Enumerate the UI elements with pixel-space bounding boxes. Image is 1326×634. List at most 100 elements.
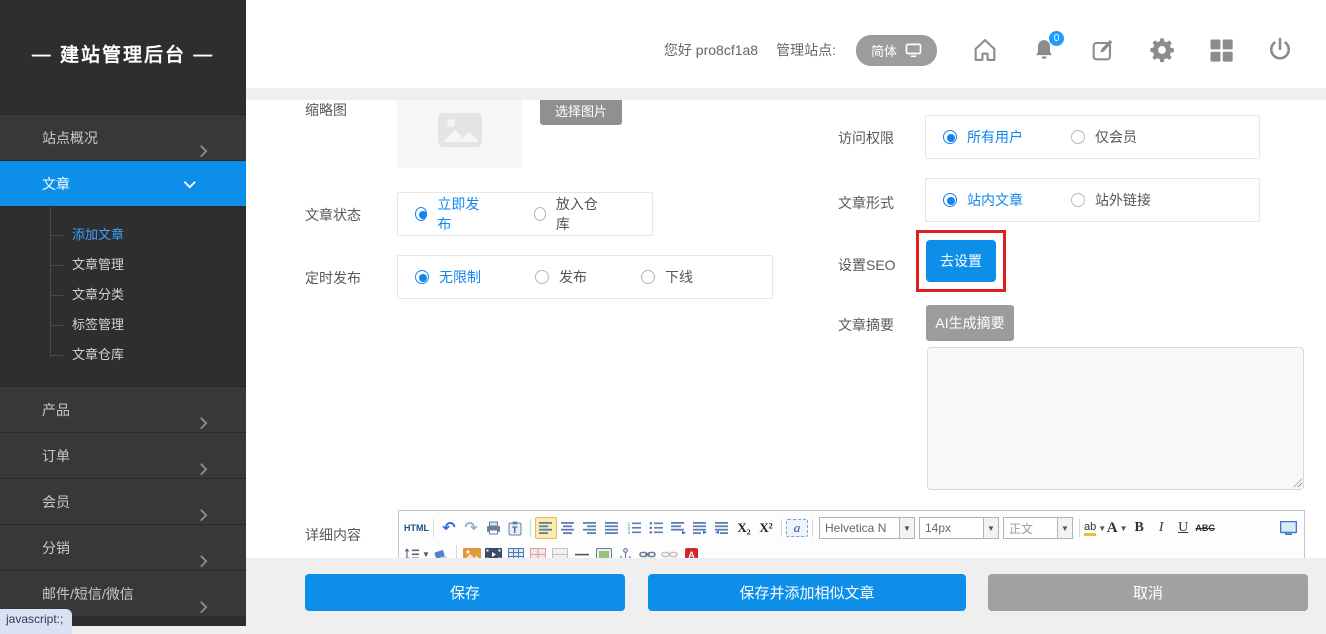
edit-icon[interactable] — [1089, 36, 1117, 64]
ordered-list-icon[interactable]: 123 — [623, 517, 645, 539]
remove-link-icon[interactable] — [659, 543, 681, 558]
insert-video-icon[interactable] — [483, 543, 505, 558]
align-center-icon[interactable] — [557, 517, 579, 539]
sidebar-item-order[interactable]: 订单 — [0, 432, 246, 478]
submenu-item-add-article[interactable]: 添加文章 — [0, 220, 246, 250]
article-submenu: 添加文章 文章管理 文章分类 标签管理 文章仓库 — [0, 206, 246, 386]
insert-link-icon[interactable] — [637, 543, 659, 558]
outdent-paragraph-icon[interactable] — [667, 517, 689, 539]
image-map-icon[interactable] — [593, 543, 615, 558]
line-height-icon[interactable]: ▼ — [404, 543, 430, 558]
dropdown-arrow-icon: ▼ — [1057, 518, 1072, 538]
svg-text:T: T — [512, 525, 518, 535]
fullscreen-icon[interactable] — [1277, 517, 1299, 539]
bullet-list-icon[interactable] — [645, 517, 667, 539]
sidebar-item-label: 站点概况 — [42, 130, 98, 146]
settings-gear-icon[interactable] — [1148, 36, 1176, 64]
insert-image-icon[interactable] — [461, 543, 483, 558]
attach-file-icon[interactable]: A — [681, 543, 703, 558]
paragraph-format-select[interactable]: 正文▼ — [1003, 517, 1073, 539]
eraser-icon[interactable] — [430, 543, 452, 558]
seo-setup-button[interactable]: 去设置 — [926, 240, 996, 282]
sidebar-item-product[interactable]: 产品 — [0, 386, 246, 432]
radio-publish[interactable]: 发布 — [535, 267, 587, 287]
radio-external-link[interactable]: 站外链接 — [1071, 190, 1151, 210]
home-icon[interactable] — [971, 36, 999, 64]
save-button[interactable]: 保存 — [305, 574, 625, 611]
save-and-add-similar-button[interactable]: 保存并添加相似文章 — [648, 574, 966, 611]
merge-cells-icon[interactable] — [527, 543, 549, 558]
radio-offline[interactable]: 下线 — [641, 267, 693, 287]
article-form-card: 缩略图 选择图片 文章状态 立即发布 放入仓库 定时发布 无限制 发布 下线 访… — [246, 100, 1326, 558]
subscript-icon[interactable]: X₂ — [733, 517, 755, 539]
align-right-icon[interactable] — [579, 517, 601, 539]
chevron-right-icon — [199, 494, 208, 509]
sidebar-item-label: 产品 — [42, 402, 70, 418]
submenu-item-article-warehouse[interactable]: 文章仓库 — [0, 340, 246, 370]
logout-power-icon[interactable] — [1266, 36, 1294, 64]
insert-table-icon[interactable] — [505, 543, 527, 558]
undo-icon[interactable]: ↶ — [438, 517, 460, 539]
radio-icon — [943, 130, 957, 144]
top-header: 您好 pro8cf1a8 管理站点: 简体 0 — [246, 0, 1326, 88]
submenu-item-tag-manage[interactable]: 标签管理 — [0, 310, 246, 340]
content-label: 详细内容 — [305, 525, 361, 545]
schedule-group: 无限制 发布 下线 — [397, 255, 773, 299]
radio-all-users[interactable]: 所有用户 — [943, 127, 1023, 147]
notification-bell-icon[interactable]: 0 — [1030, 36, 1058, 64]
align-left-icon[interactable] — [535, 517, 557, 539]
font-color-icon[interactable]: A▼ — [1106, 517, 1128, 539]
submenu-item-article-category[interactable]: 文章分类 — [0, 280, 246, 310]
sidebar-item-label: 邮件/短信/微信 — [42, 586, 134, 602]
underline-icon[interactable]: U — [1172, 517, 1194, 539]
indent-icon[interactable] — [689, 517, 711, 539]
radio-icon — [943, 193, 957, 207]
radio-icon — [1071, 130, 1085, 144]
sidebar-menu: 站点概况 文章 添加文章 文章管理 文章分类 标签管理 文章仓库 产品 订单 会… — [0, 114, 246, 616]
submenu-item-article-manage[interactable]: 文章管理 — [0, 250, 246, 280]
browser-status-bar: javascript:; — [0, 609, 72, 634]
horizontal-rule-icon[interactable] — [571, 543, 593, 558]
justify-icon[interactable] — [601, 517, 623, 539]
editor-toolbar-row2: ▼ A — [404, 541, 1299, 558]
paste-as-text-icon[interactable]: T — [504, 517, 526, 539]
sidebar-item-member[interactable]: 会员 — [0, 478, 246, 524]
ai-generate-summary-button[interactable]: AI生成摘要 — [926, 305, 1014, 341]
red-highlight-annotation: 去设置 — [916, 230, 1006, 292]
sidebar-item-site-overview[interactable]: 站点概况 — [0, 114, 246, 160]
sidebar-item-distribution[interactable]: 分销 — [0, 524, 246, 570]
redo-icon[interactable]: ↷ — [460, 517, 482, 539]
superscript-icon[interactable]: X² — [755, 517, 777, 539]
choose-image-button[interactable]: 选择图片 — [540, 100, 622, 125]
anchor-link-icon[interactable]: a — [786, 519, 808, 537]
anchor-icon[interactable] — [615, 543, 637, 558]
radio-internal-article[interactable]: 站内文章 — [943, 190, 1023, 210]
italic-icon[interactable]: I — [1150, 517, 1172, 539]
summary-textarea[interactable] — [927, 347, 1304, 490]
bold-icon[interactable]: B — [1128, 517, 1150, 539]
radio-publish-now[interactable]: 立即发布 — [415, 194, 486, 234]
font-size-select[interactable]: 14px▼ — [919, 517, 999, 539]
cancel-button[interactable]: 取消 — [988, 574, 1308, 611]
split-cell-icon[interactable] — [549, 543, 571, 558]
outdent-icon[interactable] — [711, 517, 733, 539]
thumbnail-preview[interactable] — [397, 100, 522, 168]
strikethrough-icon[interactable]: ABC — [1194, 517, 1216, 539]
radio-to-warehouse[interactable]: 放入仓库 — [534, 194, 605, 234]
radio-icon — [534, 207, 546, 221]
notification-count-badge: 0 — [1049, 31, 1064, 46]
sidebar-item-label: 会员 — [42, 494, 70, 510]
apps-grid-icon[interactable] — [1207, 36, 1235, 64]
sidebar-item-article[interactable]: 文章 — [0, 160, 246, 206]
greeting-text: 您好 pro8cf1a8 — [664, 40, 758, 60]
textarea-resize-handle[interactable] — [1293, 478, 1302, 487]
monitor-icon — [905, 43, 922, 57]
app-title: — 建站管理后台 — — [0, 40, 246, 67]
language-switch-button[interactable]: 简体 — [856, 35, 937, 66]
highlight-color-icon[interactable]: ab▼ — [1084, 517, 1106, 539]
font-family-select[interactable]: Helvetica N▼ — [819, 517, 915, 539]
html-source-button[interactable]: HTML — [404, 517, 429, 539]
print-icon[interactable] — [482, 517, 504, 539]
radio-members-only[interactable]: 仅会员 — [1071, 127, 1137, 147]
radio-no-limit[interactable]: 无限制 — [415, 267, 481, 287]
